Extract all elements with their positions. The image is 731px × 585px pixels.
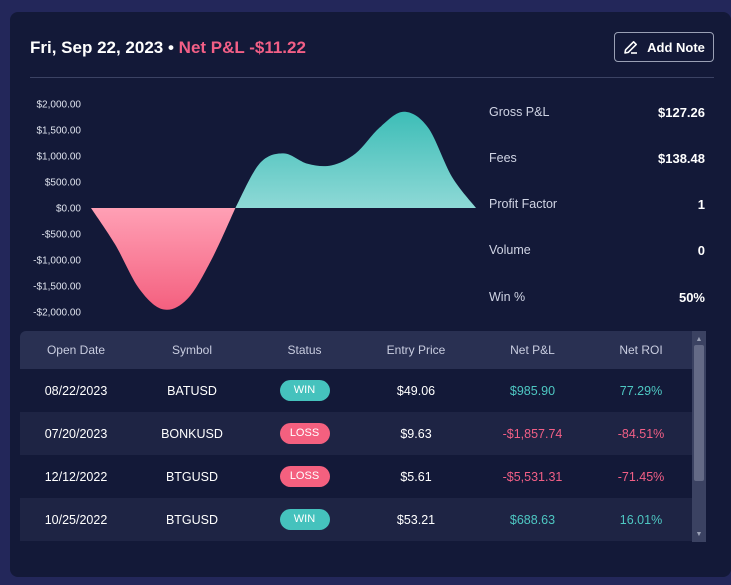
y-tick-label: -$1,500.00 (33, 282, 81, 293)
page-title: Fri, Sep 22, 2023 • Net P&L -$11.22 (30, 38, 306, 58)
symbol-cell: BONKUSD (161, 426, 223, 441)
table-row[interactable]: 07/20/2023 BONKUSD LOSS $9.63 -$1,857.74… (20, 412, 692, 455)
open-date-cell: 08/22/2023 (44, 383, 108, 398)
stat-gross-pnl: Gross P&L $127.26 (489, 105, 705, 125)
scrollbar-thumb[interactable] (694, 345, 704, 481)
trades-table: Open Date Symbol Status Entry Price Net … (20, 331, 706, 542)
pnl-area-chart: $2,000.00 $1,500.00 $1,000.00 $500.00 $0.00 -… (33, 100, 476, 319)
stat-win-rate: Win % 50% (489, 290, 705, 310)
stat-label: Volume (489, 243, 531, 257)
stat-value: 50% (678, 290, 705, 305)
status-cell: LOSS (252, 412, 357, 455)
negative-pnl-area (91, 208, 236, 310)
status-badge: LOSS (279, 423, 330, 444)
card-header: Fri, Sep 22, 2023 • Net P&L -$11.22 Add … (30, 32, 714, 70)
net-pnl-cell: $688.63 (509, 512, 556, 527)
symbol-cell: BATUSD (167, 383, 217, 398)
net-pnl-cell: -$5,531.31 (502, 469, 563, 484)
table-row[interactable]: 10/25/2022 BTGUSD WIN $53.21 $688.63 16.… (20, 498, 692, 541)
stat-fees: Fees $138.48 (489, 151, 705, 171)
y-tick-label: $500.00 (45, 178, 82, 189)
y-tick-label: -$1,000.00 (33, 256, 81, 267)
symbol-cell: BTGUSD (165, 469, 219, 484)
stat-value: 1 (697, 197, 705, 212)
edit-icon (624, 41, 638, 54)
stat-volume: Volume 0 (489, 243, 705, 263)
net-roi-cell: 16.01% (619, 512, 663, 527)
status-badge: WIN (279, 380, 330, 401)
column-symbol[interactable]: Symbol (132, 331, 252, 369)
stat-label: Profit Factor (489, 197, 558, 211)
column-net-pnl[interactable]: Net P&L (475, 331, 590, 369)
chevron-up-icon[interactable]: ▲ (692, 333, 706, 345)
symbol-cell: BTGUSD (165, 512, 219, 527)
table-row[interactable]: 12/12/2022 BTGUSD LOSS $5.61 -$5,531.31 … (20, 455, 692, 498)
day-date: Fri, Sep 22, 2023 (30, 38, 164, 57)
net-pnl-cell: $985.90 (509, 383, 556, 398)
table-scrollbar[interactable]: ▲ ▼ (692, 331, 706, 542)
stat-profit-factor: Profit Factor 1 (489, 197, 705, 217)
stat-value: 0 (697, 243, 705, 258)
table-header: Open Date Symbol Status Entry Price Net … (20, 331, 692, 369)
stat-label: Win % (489, 290, 526, 304)
stat-value: $138.48 (658, 151, 705, 166)
entry-price-cell: $53.21 (396, 512, 436, 527)
title-separator: • (167, 38, 174, 57)
status-cell: LOSS (252, 455, 357, 498)
y-tick-label: $0.00 (56, 204, 81, 215)
open-date-cell: 12/12/2022 (44, 469, 108, 484)
column-open-date[interactable]: Open Date (20, 331, 132, 369)
open-date-cell: 07/20/2023 (44, 426, 108, 441)
column-entry-price[interactable]: Entry Price (357, 331, 475, 369)
chevron-down-icon[interactable]: ▼ (692, 528, 706, 540)
net-pnl-cell: -$1,857.74 (502, 426, 563, 441)
y-tick-label: -$500.00 (42, 230, 82, 241)
net-roi-cell: -84.51% (617, 426, 665, 441)
entry-price-cell: $5.61 (400, 469, 432, 484)
add-note-button[interactable]: Add Note (614, 32, 714, 62)
stat-label: Fees (489, 151, 517, 165)
positive-pnl-area (235, 111, 476, 208)
y-tick-label: $2,000.00 (37, 100, 82, 111)
stat-value: $127.26 (658, 105, 705, 120)
net-roi-cell: -71.45% (617, 469, 665, 484)
status-badge: LOSS (279, 466, 330, 487)
net-roi-cell: 77.29% (619, 383, 663, 398)
open-date-cell: 10/25/2022 (44, 512, 108, 527)
net-pnl-summary: Net P&L -$11.22 (178, 38, 306, 57)
y-tick-label: -$2,000.00 (33, 308, 81, 319)
table-row[interactable]: 08/22/2023 BATUSD WIN $49.06 $985.90 77.… (20, 369, 692, 412)
column-status[interactable]: Status (252, 331, 357, 369)
entry-price-cell: $49.06 (396, 383, 436, 398)
add-note-label: Add Note (647, 39, 705, 55)
entry-price-cell: $9.63 (400, 426, 432, 441)
y-tick-label: $1,500.00 (37, 126, 82, 137)
header-divider (30, 77, 714, 78)
y-tick-label: $1,000.00 (37, 152, 82, 163)
column-net-roi[interactable]: Net ROI (590, 331, 692, 369)
status-badge: WIN (279, 509, 330, 530)
stat-label: Gross P&L (489, 105, 550, 119)
status-cell: WIN (252, 498, 357, 541)
status-cell: WIN (252, 369, 357, 412)
